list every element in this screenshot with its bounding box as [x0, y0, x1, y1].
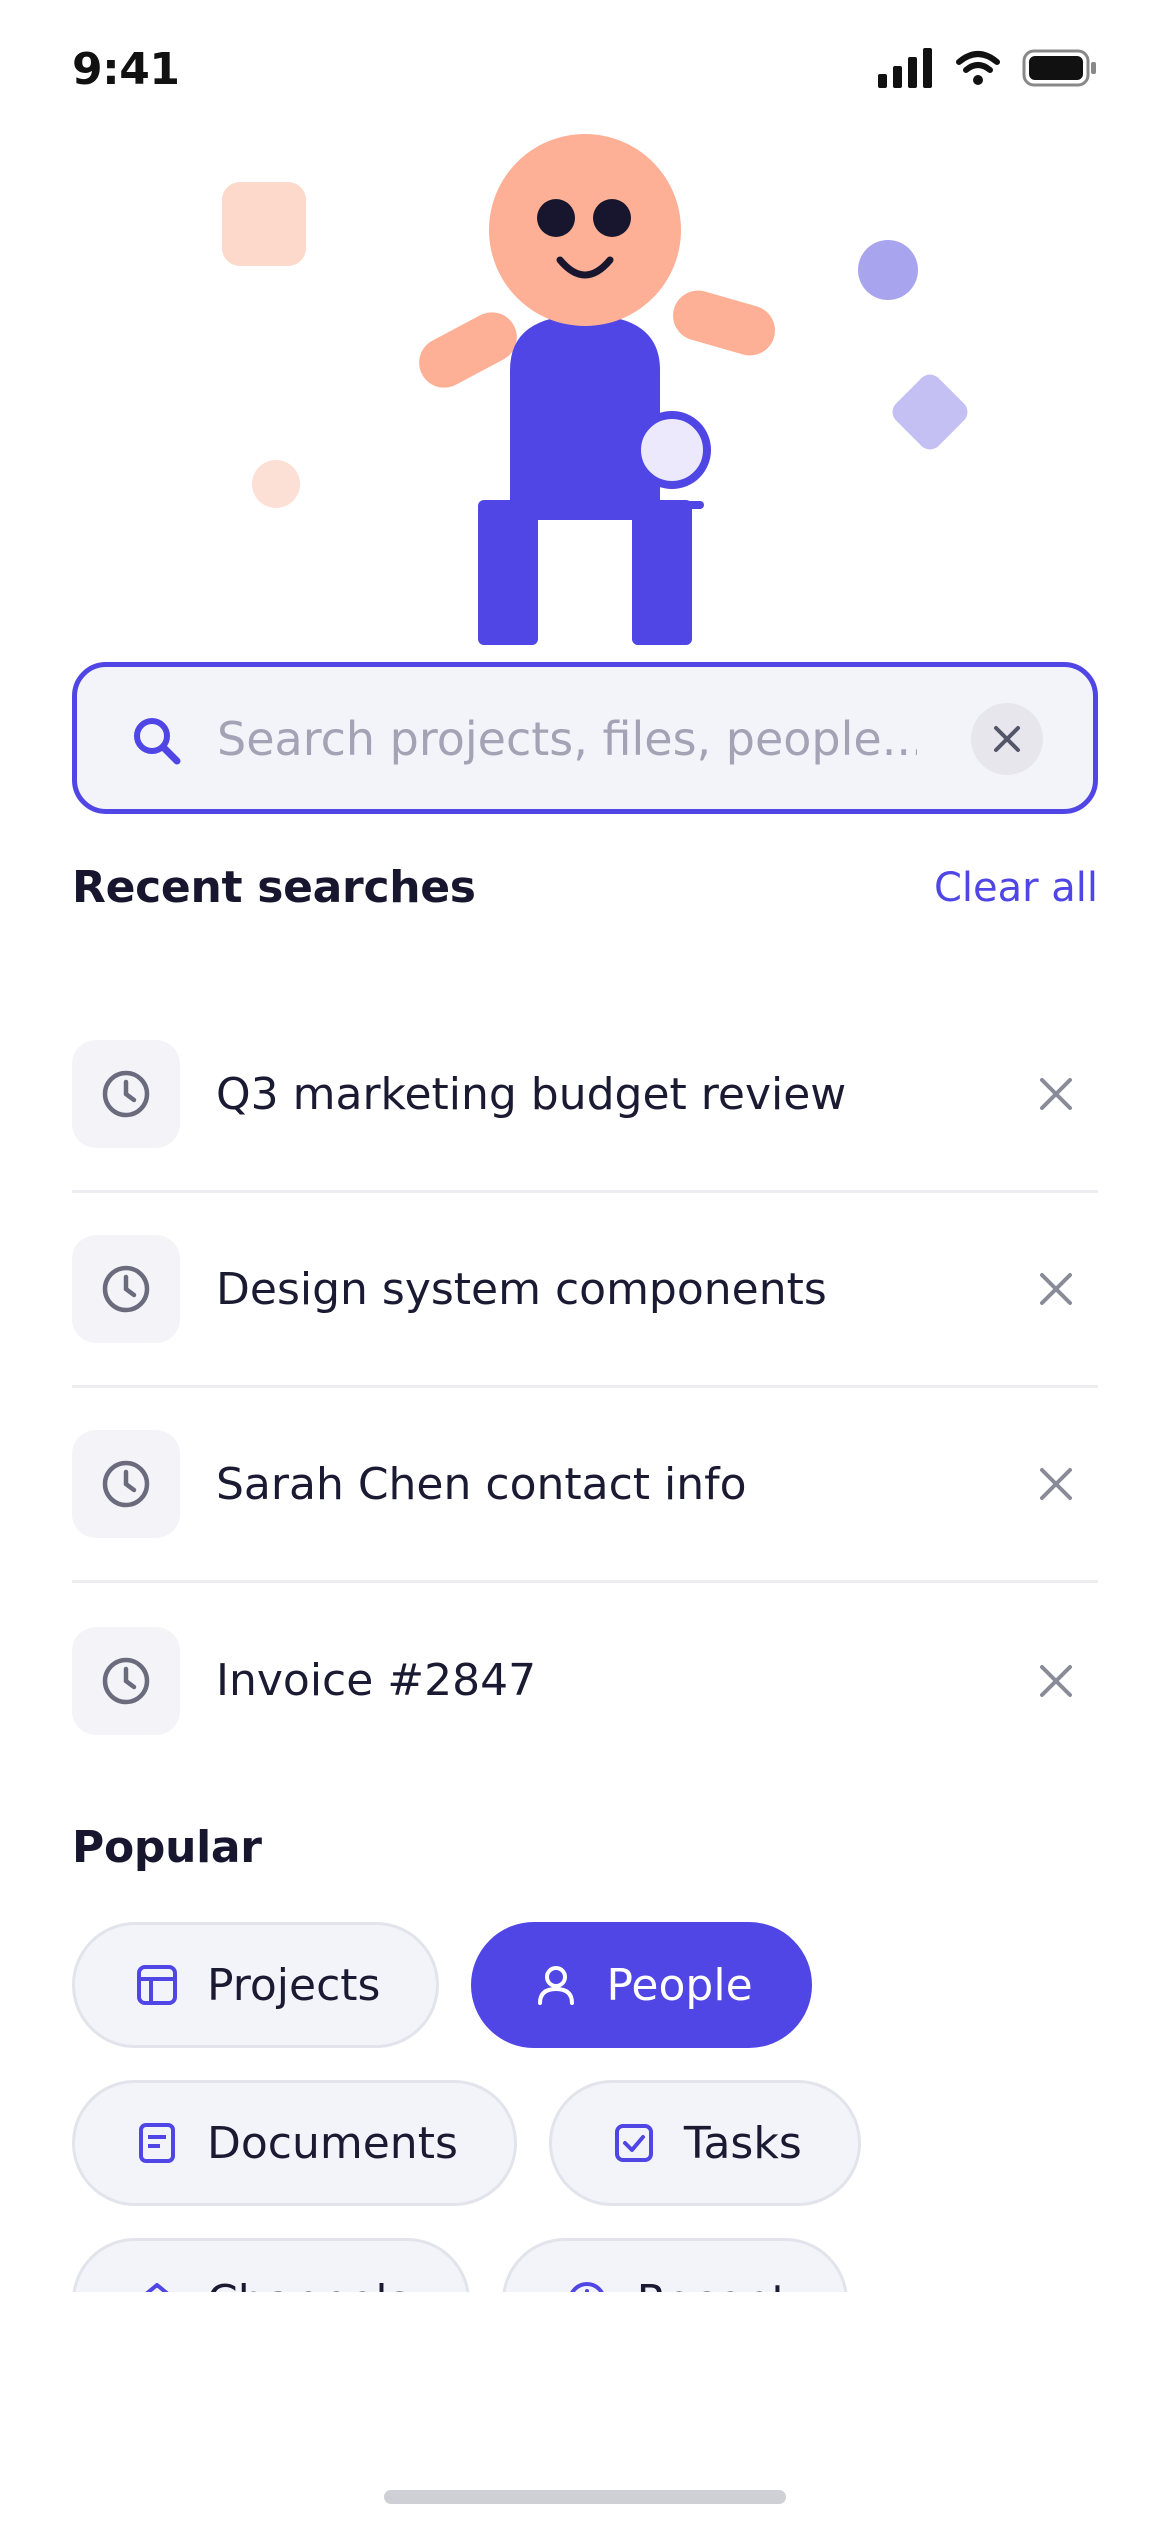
chip-label: Projects — [207, 1959, 381, 2011]
chip-label: Documents — [207, 2117, 458, 2169]
chip-projects[interactable]: Projects — [72, 1922, 440, 2048]
wifi-icon — [956, 51, 1000, 85]
chip-people[interactable]: People — [471, 1922, 812, 2048]
recent-search-label: Invoice #2847 — [216, 1655, 537, 1706]
decor-dot-small — [252, 460, 300, 508]
search-bar[interactable] — [72, 662, 1098, 814]
document-icon — [139, 2123, 175, 2163]
chip-row: Projects People — [72, 1922, 1098, 2048]
remove-recent-button[interactable] — [1020, 1253, 1092, 1325]
recent-searches-title: Recent searches — [72, 862, 476, 913]
close-icon — [1040, 1664, 1072, 1697]
chip-label: Tasks — [683, 2117, 802, 2169]
chip-label: Channels — [207, 2276, 411, 2293]
clock-icon — [569, 2282, 604, 2292]
recent-search-label: Sarah Chen contact info — [216, 1458, 747, 1510]
character-left-arm — [419, 312, 517, 388]
recent-searches-list: Q3 marketing budget review Design system… — [72, 998, 1098, 1778]
home-indicator[interactable] — [384, 2490, 786, 2504]
recent-search-label: Design system components — [216, 1263, 827, 1315]
decor-square — [222, 182, 306, 266]
close-icon — [1040, 1468, 1072, 1500]
character-body — [510, 315, 660, 520]
close-icon — [994, 726, 1020, 752]
signal-icon — [878, 48, 932, 88]
recent-search-label: Q3 marketing budget review — [216, 1068, 847, 1120]
recent-icon-tile — [72, 1235, 180, 1343]
chip-row: Documents Tasks — [72, 2080, 1098, 2206]
recent-icon-tile — [72, 1430, 180, 1538]
chip-recent[interactable]: Recent — [501, 2238, 848, 2293]
battery-icon — [1022, 49, 1096, 87]
popular-title: Popular — [72, 1822, 262, 1873]
character-head — [489, 134, 681, 326]
clock-icon — [102, 1265, 150, 1313]
recent-icon-tile — [72, 1626, 180, 1735]
search-icon — [134, 718, 181, 765]
checkbox-icon — [614, 2124, 653, 2162]
decor-dot-purple — [858, 240, 918, 300]
close-icon — [1040, 1078, 1072, 1110]
layout-icon — [137, 1965, 177, 2005]
chip-row: Channels Recent — [72, 2238, 1098, 2292]
character-magnifier — [633, 411, 711, 489]
chip-documents[interactable]: Documents — [72, 2080, 517, 2206]
recent-search-item[interactable]: Invoice #2847 — [72, 1583, 1098, 1778]
recent-searches-header: Recent searches Clear all — [72, 862, 1098, 913]
hero-illustration — [222, 134, 968, 645]
remove-recent-button[interactable] — [1020, 1058, 1092, 1130]
status-bar: 9:41 — [0, 0, 1170, 140]
status-time: 9:41 — [72, 44, 180, 95]
recent-search-item[interactable]: Design system components — [72, 1193, 1098, 1388]
chip-tasks[interactable]: Tasks — [548, 2080, 861, 2206]
clock-icon — [102, 1070, 150, 1118]
close-icon — [1040, 1273, 1072, 1305]
character-right-arm — [673, 290, 775, 356]
recent-icon-tile — [72, 1040, 180, 1148]
search-input[interactable] — [217, 703, 917, 775]
remove-recent-button[interactable] — [1020, 1645, 1092, 1717]
recent-search-item[interactable]: Q3 marketing budget review — [72, 998, 1098, 1193]
recent-search-item[interactable]: Sarah Chen contact info — [72, 1388, 1098, 1583]
popular-chips: Projects People Documents Tasks — [72, 1922, 1098, 2292]
decor-diamond — [892, 374, 968, 450]
remove-recent-button[interactable] — [1020, 1448, 1092, 1520]
clear-all-button[interactable]: Clear all — [934, 865, 1098, 911]
clock-icon — [102, 1460, 150, 1508]
chip-label: Recent — [637, 2276, 789, 2293]
chip-channels[interactable]: Channels — [72, 2238, 470, 2292]
user-icon — [538, 1966, 575, 2005]
clock-icon — [102, 1657, 150, 1704]
popular-header: Popular — [72, 1822, 1098, 1873]
chip-label: People — [606, 1959, 753, 2011]
search-screen: 9:41 Search projects, files, people... R… — [0, 0, 1170, 2532]
home-icon — [145, 2283, 169, 2292]
status-icons — [878, 48, 1098, 88]
clear-search-button[interactable] — [971, 703, 1043, 775]
